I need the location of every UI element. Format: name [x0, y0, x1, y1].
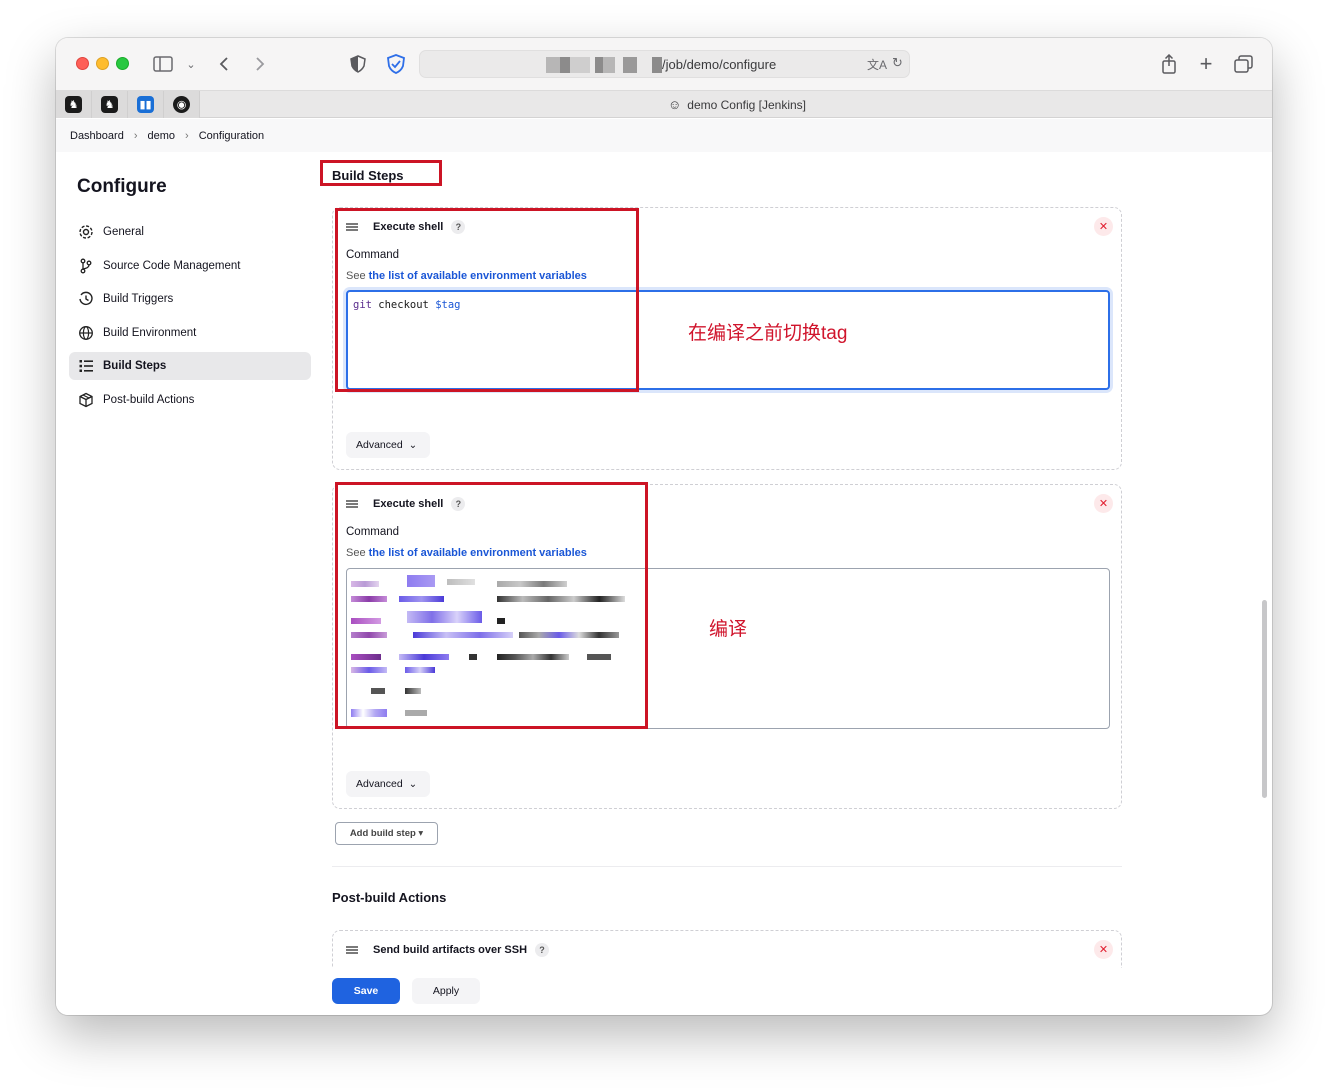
chevron-down-icon[interactable]: ⌄	[184, 52, 198, 76]
advanced-label: Advanced	[356, 778, 403, 790]
sidebar-nav: General Source Code Management Build Tri…	[69, 218, 311, 420]
minimize-window-button[interactable]	[96, 57, 109, 70]
redacted-host	[603, 57, 615, 73]
sidebar-item-label: Post-build Actions	[103, 393, 195, 406]
jenkins-favicon-icon: ☺	[668, 97, 682, 112]
close-window-button[interactable]	[76, 57, 89, 70]
globe-icon	[77, 324, 95, 342]
breadcrumb-demo[interactable]: demo	[148, 130, 176, 142]
chevron-down-icon: ⌄	[408, 439, 418, 451]
help-icon[interactable]: ?	[535, 943, 550, 957]
redacted-host	[560, 57, 570, 73]
gear-icon	[77, 223, 95, 241]
highlight-box	[335, 482, 648, 729]
extension-shield-icon[interactable]	[386, 52, 406, 76]
pinned-tab[interactable]: ◉	[164, 91, 200, 118]
page-title: Configure	[77, 176, 167, 197]
package-icon	[77, 391, 95, 409]
maximize-window-button[interactable]	[116, 57, 129, 70]
advanced-button[interactable]: Advanced ⌄	[346, 771, 430, 797]
redacted-host	[546, 57, 560, 73]
sidebar-toggle-icon[interactable]	[152, 52, 174, 76]
advanced-button[interactable]: Advanced ⌄	[346, 432, 430, 458]
delete-step-button[interactable]: ✕	[1094, 940, 1113, 959]
scrollbar-thumb[interactable]	[1262, 600, 1267, 798]
trello-icon: ▮▮	[137, 96, 154, 113]
sidebar-item-post-build-actions[interactable]: Post-build Actions	[69, 386, 311, 414]
sidebar-item-label: Build Triggers	[103, 293, 174, 306]
back-icon[interactable]	[216, 52, 232, 76]
tab-bar: ♞ ♞ ▮▮ ◉ ☺ demo Config [Jenkins]	[56, 90, 1272, 118]
advanced-label: Advanced	[356, 439, 403, 451]
sidebar-item-label: Source Code Management	[103, 259, 241, 272]
redacted-host	[623, 57, 637, 73]
clock-icon	[77, 290, 95, 308]
jenkins-favicon-icon: ♞	[101, 96, 118, 113]
post-build-step-header[interactable]: Send build artifacts over SSH ?	[346, 943, 550, 957]
save-button[interactable]: Save	[332, 978, 400, 1004]
translate-icon[interactable]: 文A	[867, 56, 887, 73]
delete-step-button[interactable]: ✕	[1094, 494, 1113, 513]
sidebar-item-source-code-management[interactable]: Source Code Management	[69, 252, 311, 280]
tab-title-text: demo Config [Jenkins]	[687, 97, 807, 112]
sidebar-item-build-environment[interactable]: Build Environment	[69, 319, 311, 347]
pinned-tab[interactable]: ♞	[56, 91, 92, 118]
browser-toolbar: ⌄ /job/demo/configure 文A ↻ +	[56, 38, 1272, 90]
share-icon[interactable]	[1160, 52, 1178, 76]
redacted-host	[570, 57, 590, 73]
reload-icon[interactable]: ↻	[892, 55, 903, 71]
redacted-host	[595, 57, 603, 73]
drag-handle-icon[interactable]	[346, 946, 358, 954]
pinned-tab[interactable]: ▮▮	[128, 91, 164, 118]
post-build-step-title: Send build artifacts over SSH	[373, 944, 528, 956]
sidebar-item-label: General	[103, 226, 144, 238]
bottom-action-bar	[56, 968, 1256, 1015]
highlight-box	[335, 208, 639, 392]
chevron-right-icon: ›	[133, 129, 138, 142]
annotation-text: 在编译之前切换tag	[688, 323, 848, 344]
branch-icon	[77, 257, 95, 275]
sidebar-item-label: Build Environment	[103, 326, 197, 339]
tab-overview-icon[interactable]	[1234, 52, 1254, 76]
apply-button[interactable]: Apply	[412, 978, 480, 1004]
sidebar-item-label: Build Steps	[103, 360, 167, 373]
add-build-step-button[interactable]: Add build step ▾	[335, 822, 438, 845]
app-favicon-icon: ◉	[173, 96, 190, 113]
breadcrumb-dashboard[interactable]: Dashboard	[70, 130, 124, 142]
highlight-box	[320, 160, 442, 186]
jenkins-favicon-icon: ♞	[65, 96, 82, 113]
delete-step-button[interactable]: ✕	[1094, 217, 1113, 236]
annotation-text: 编译	[709, 619, 748, 640]
breadcrumb: Dashboard › demo › Configuration	[56, 119, 1272, 152]
section-divider	[332, 866, 1122, 867]
new-tab-icon[interactable]: +	[1197, 51, 1215, 76]
pinned-tab[interactable]: ♞	[92, 91, 128, 118]
privacy-shield-icon[interactable]	[349, 52, 367, 76]
post-build-heading: Post-build Actions	[332, 890, 447, 905]
address-bar[interactable]: /job/demo/configure 文A ↻	[419, 50, 910, 78]
list-icon	[77, 357, 95, 375]
browser-window: ⌄ /job/demo/configure 文A ↻ + ♞ ♞ ▮▮ ◉ ☺ …	[56, 38, 1272, 1015]
sidebar-item-build-steps[interactable]: Build Steps	[69, 352, 311, 381]
url-text: /job/demo/configure	[662, 57, 777, 72]
chevron-down-icon: ⌄	[408, 778, 418, 790]
sidebar-item-build-triggers[interactable]: Build Triggers	[69, 285, 311, 313]
active-tab[interactable]: ☺ demo Config [Jenkins]	[668, 97, 806, 112]
forward-icon[interactable]	[252, 52, 268, 76]
redacted-host	[652, 57, 662, 73]
sidebar-item-general[interactable]: General	[69, 218, 311, 246]
breadcrumb-configuration[interactable]: Configuration	[199, 130, 264, 142]
chevron-right-icon: ›	[185, 129, 189, 142]
